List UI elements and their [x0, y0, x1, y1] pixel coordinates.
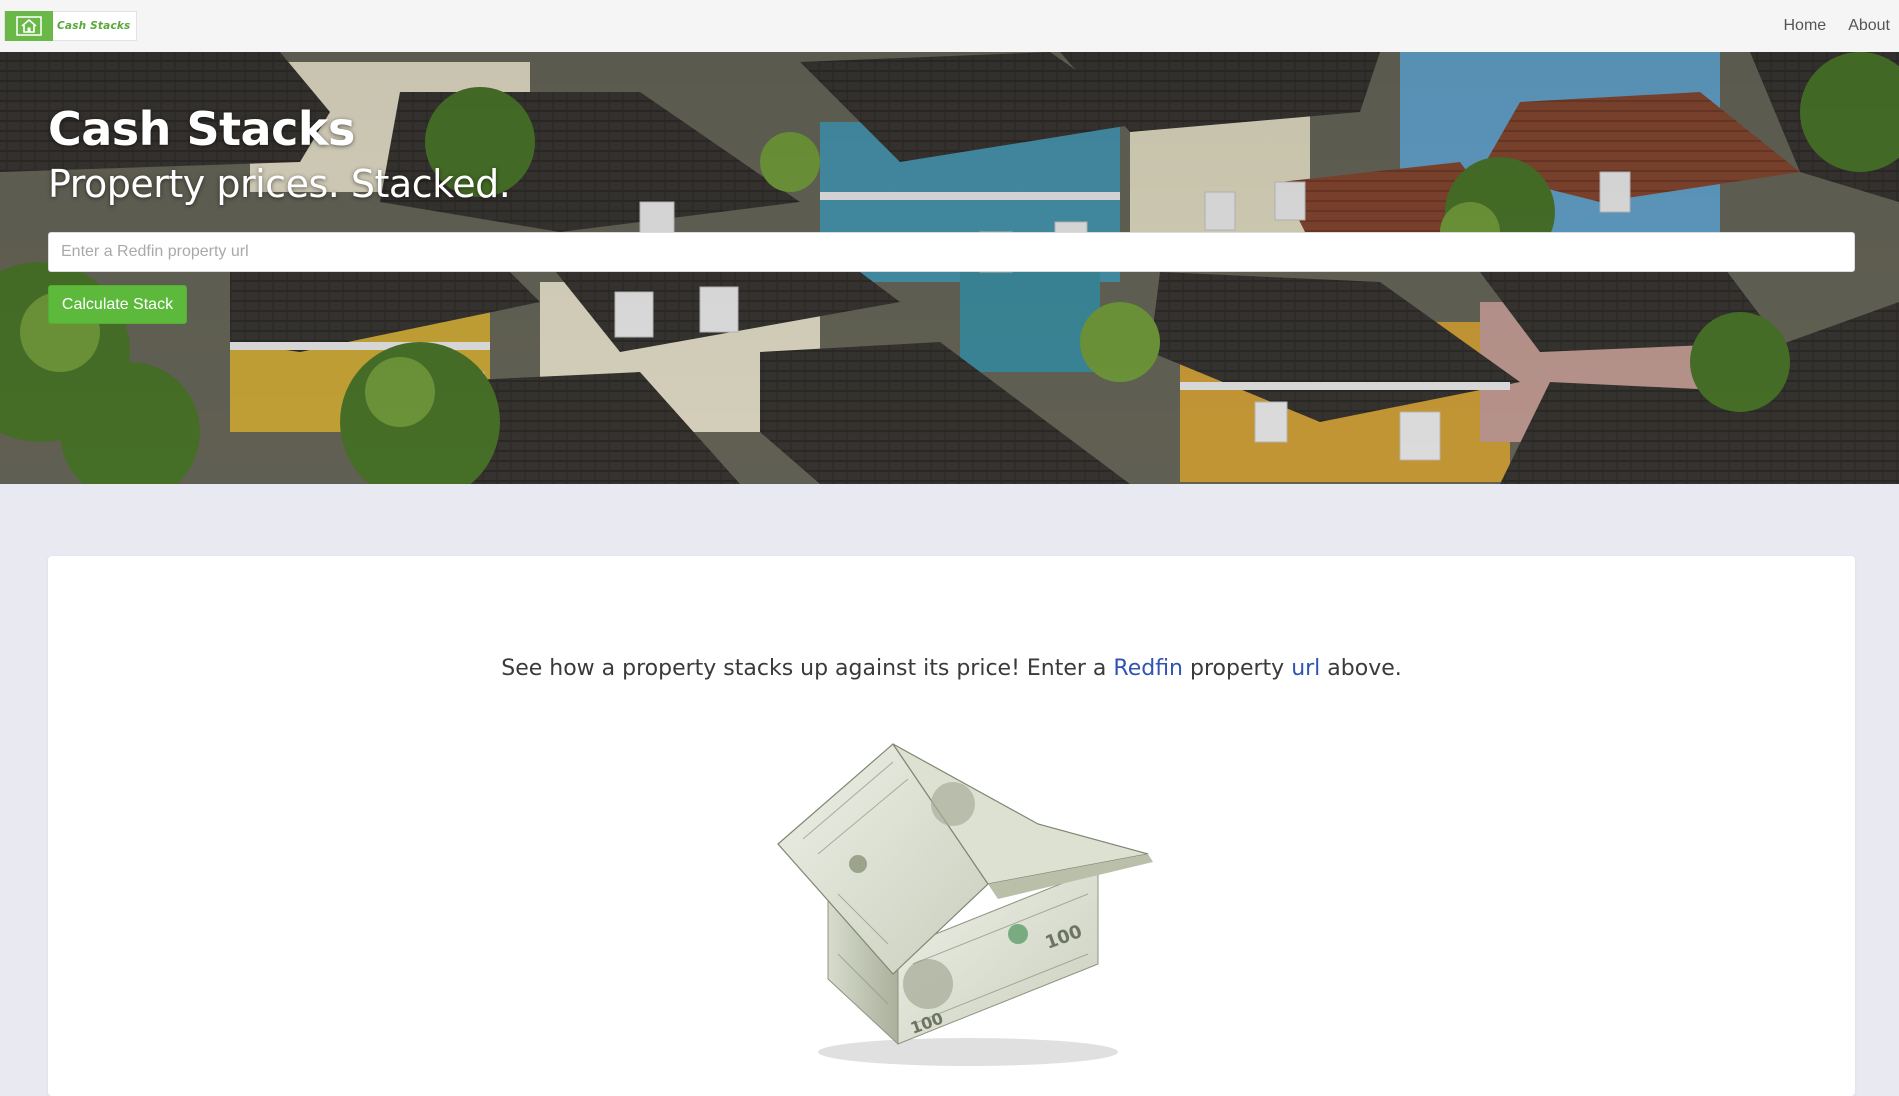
nav-links: Home About [1784, 17, 1895, 35]
intro-text-start: See how a property stacks up against its… [501, 656, 1114, 681]
redfin-link[interactable]: Redfin [1113, 656, 1183, 681]
content-card: See how a property stacks up against its… [48, 556, 1855, 1096]
hero-subtitle: Property prices. Stacked. [48, 162, 511, 206]
intro-text-middle: property [1183, 656, 1292, 681]
intro-text: See how a property stacks up against its… [48, 656, 1855, 681]
url-link[interactable]: url [1291, 656, 1320, 681]
brand-name: Cash Stacks [57, 20, 131, 32]
nav-link-home[interactable]: Home [1784, 17, 1827, 35]
nav-link-about[interactable]: About [1848, 17, 1890, 35]
top-navbar: Cash Stacks Home About [0, 0, 1899, 52]
hero-title: Cash Stacks [48, 102, 355, 156]
money-house-image: 100 100 [777, 743, 1153, 1066]
house-icon [5, 11, 53, 41]
calculate-stack-button[interactable]: Calculate Stack [48, 285, 187, 324]
redfin-url-input[interactable] [48, 232, 1855, 272]
brand-logo[interactable]: Cash Stacks [4, 11, 137, 41]
intro-text-end: above. [1320, 656, 1402, 681]
hero-banner: Cash Stacks Property prices. Stacked. Ca… [0, 52, 1899, 484]
